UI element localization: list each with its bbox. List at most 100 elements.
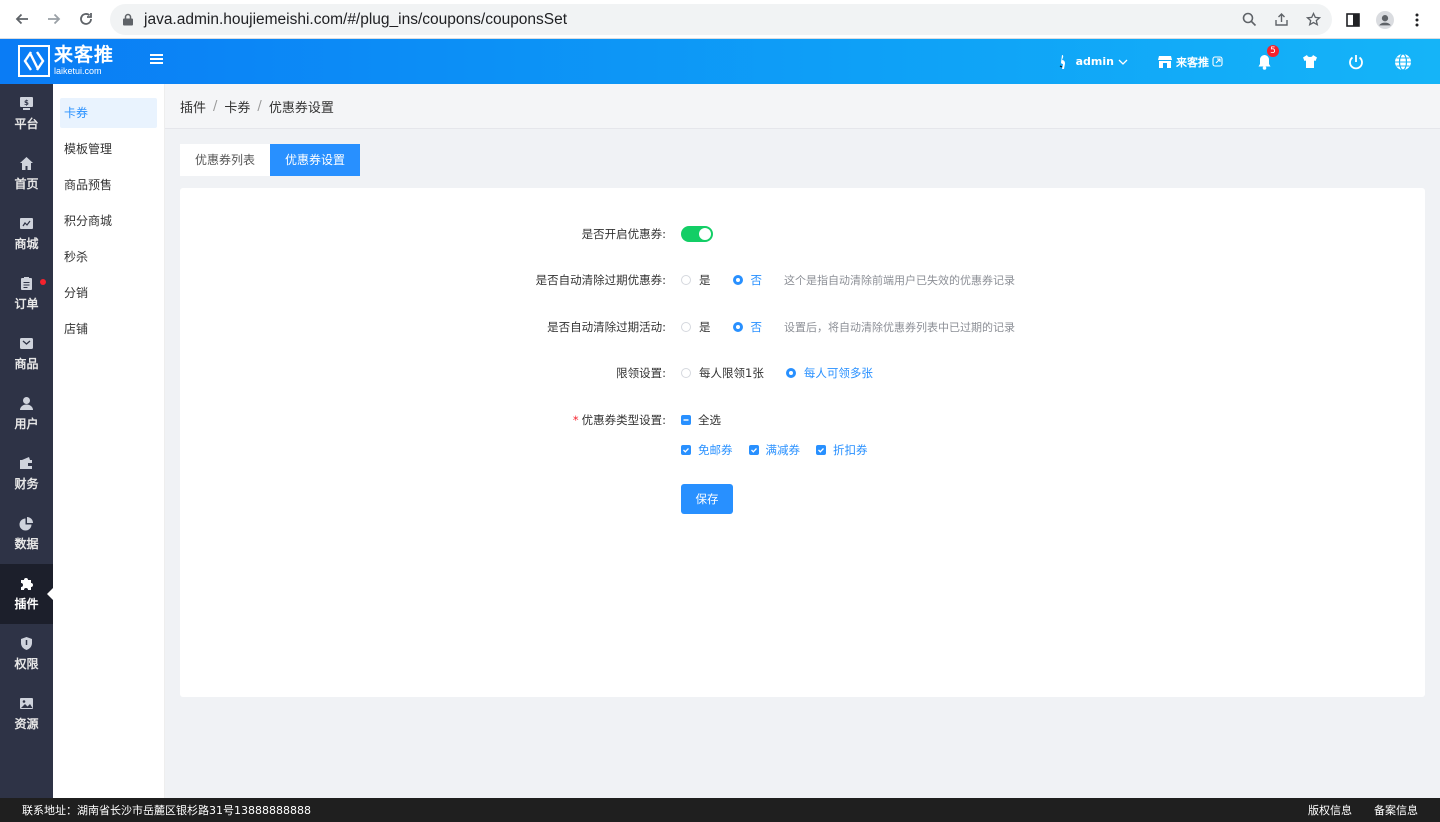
profile-avatar-icon[interactable] (1376, 10, 1394, 29)
breadcrumb-item[interactable]: 插件 (180, 97, 206, 116)
image-icon (20, 698, 33, 709)
notification-button[interactable]: 5 (1257, 44, 1279, 70)
auto-clear-activity-label: 是否自动清除过期活动: (547, 320, 666, 334)
browser-toolbar: java.admin.houjiemeishi.com/#/plug_ins/c… (0, 0, 1440, 39)
tab-coupon-settings[interactable]: 优惠券设置 (270, 144, 361, 176)
platform-icon: $ (20, 97, 33, 110)
sidebar-item-label: 平台 (14, 117, 39, 131)
free-shipping-checkbox[interactable]: 免邮券 (681, 442, 733, 458)
theme-button[interactable] (1302, 54, 1318, 69)
store-icon (1158, 56, 1172, 68)
app-header: 来客推 laiketui.com admin 来客推 5 (0, 39, 1440, 84)
wallet-icon (20, 457, 33, 469)
power-icon (1349, 54, 1363, 69)
user-icon (20, 397, 33, 410)
url-text: java.admin.houjiemeishi.com/#/plug_ins/c… (144, 10, 568, 28)
sidebar-item-label: 插件 (14, 597, 39, 611)
subnav-item-flash-sale[interactable]: 秒杀 (60, 242, 157, 272)
required-asterisk: * (572, 413, 579, 427)
sidebar-item-label: 数据 (14, 537, 39, 551)
auto-clear-activity-yes-radio[interactable]: 是 (681, 319, 711, 335)
breadcrumb-current: 优惠券设置 (268, 100, 334, 116)
username: admin (1075, 55, 1114, 68)
puzzle-icon (21, 578, 33, 590)
full-reduction-checkbox[interactable]: 满减券 (748, 442, 800, 458)
user-avatar-icon (1059, 54, 1065, 69)
sidebar-item-label: 财务 (14, 477, 39, 491)
sidebar-item-label: 用户 (14, 417, 39, 431)
sidebar-item-plugins[interactable]: 插件 (0, 564, 53, 624)
sidebar-item-platform[interactable]: $ 平台 (0, 84, 53, 144)
sidebar-item-label: 权限 (14, 657, 39, 671)
order-icon (21, 277, 32, 290)
shield-icon (21, 637, 32, 650)
svg-text:$: $ (24, 99, 29, 107)
auto-clear-coupon-no-radio[interactable]: 否 (732, 272, 762, 288)
logout-button[interactable] (1348, 54, 1364, 70)
auto-clear-activity-no-radio[interactable]: 否 (732, 319, 762, 335)
language-button[interactable] (1394, 52, 1412, 71)
store-name: 来客推 (1176, 55, 1209, 69)
tab-bar: 优惠券列表 优惠券设置 (180, 144, 361, 176)
subnav-item-distribution[interactable]: 分销 (60, 278, 157, 308)
subnav-item-presale[interactable]: 商品预售 (60, 170, 157, 200)
auto-clear-coupon-label: 是否自动清除过期优惠券: (535, 273, 666, 287)
sidebar-item-order[interactable]: 订单 (0, 264, 53, 324)
sidebar-item-label: 商品 (14, 357, 39, 371)
sidebar-item-finance[interactable]: 财务 (0, 444, 53, 504)
zoom-icon[interactable] (1240, 11, 1258, 29)
logo-title: 来客推 (54, 44, 115, 66)
forward-arrow-icon[interactable] (41, 6, 67, 32)
breadcrumb-item[interactable]: 卡券 (224, 97, 250, 116)
copyright-link[interactable]: 版权信息 (1308, 802, 1352, 818)
user-menu[interactable]: admin (1058, 54, 1128, 70)
auto-clear-coupon-yes-radio[interactable]: 是 (681, 272, 711, 288)
address-bar[interactable]: java.admin.houjiemeishi.com/#/plug_ins/c… (110, 4, 1332, 35)
lock-icon (123, 13, 133, 26)
subnav-item-store[interactable]: 店铺 (60, 314, 157, 344)
sidebar-item-mall[interactable]: 商城 (0, 204, 53, 264)
tab-coupon-list[interactable]: 优惠券列表 (180, 144, 271, 176)
logo[interactable]: 来客推 laiketui.com (18, 45, 114, 77)
chevron-down-icon (1118, 59, 1128, 65)
store-link[interactable]: 来客推 (1158, 54, 1223, 70)
breadcrumb-separator: / (213, 98, 218, 114)
settings-form: 是否开启优惠券: 是否自动清除过期优惠券: 是 否 这个是指自动清除前端用户已失… (180, 188, 1425, 697)
limit-many-radio[interactable]: 每人可领多张 (785, 365, 873, 381)
footer: 联系地址：湖南省长沙市岳麓区银杉路31号13888888888 版权信息 备案信… (0, 798, 1440, 822)
select-all-checkbox[interactable]: 全选 (681, 412, 721, 428)
breadcrumb-separator: / (257, 98, 262, 114)
sidebar-item-label: 首页 (14, 177, 39, 191)
enable-coupon-switch[interactable] (681, 226, 713, 242)
auto-clear-activity-hint: 设置后，将自动清除优惠券列表中已过期的记录 (784, 321, 1015, 334)
side-panel-icon[interactable] (1344, 11, 1362, 29)
footer-address: 联系地址：湖南省长沙市岳麓区银杉路31号13888888888 (22, 804, 311, 817)
record-link[interactable]: 备案信息 (1374, 802, 1418, 818)
sidebar-item-goods[interactable]: 商品 (0, 324, 53, 384)
limit-one-radio[interactable]: 每人限领1张 (681, 365, 764, 381)
shirt-icon (1303, 55, 1317, 68)
star-icon[interactable] (1304, 11, 1322, 29)
sidebar-item-resource[interactable]: 资源 (0, 684, 53, 744)
subnav-item-coupon[interactable]: 卡券 (60, 98, 157, 128)
back-arrow-icon[interactable] (9, 6, 35, 32)
save-button[interactable]: 保存 (681, 484, 733, 514)
subnav-item-template[interactable]: 模板管理 (60, 134, 157, 164)
mall-icon (20, 218, 33, 229)
share-icon[interactable] (1272, 11, 1290, 29)
menu-toggle-icon[interactable] (150, 53, 163, 65)
reload-icon[interactable] (73, 6, 99, 32)
notification-badge: 5 (1267, 44, 1279, 57)
sidebar-item-label: 资源 (14, 717, 39, 731)
discount-checkbox[interactable]: 折扣券 (816, 442, 868, 458)
sidebar-item-permission[interactable]: 权限 (0, 624, 53, 684)
subnav-item-points-mall[interactable]: 积分商城 (60, 206, 157, 236)
sidebar-item-user[interactable]: 用户 (0, 384, 53, 444)
sidebar-item-data[interactable]: 数据 (0, 504, 53, 564)
sidebar-item-home[interactable]: 首页 (0, 144, 53, 204)
menu-dots-icon[interactable] (1408, 11, 1426, 29)
breadcrumb: 插件 / 卡券 / 优惠券设置 (165, 84, 1440, 129)
home-icon (20, 157, 33, 170)
globe-icon (1395, 52, 1411, 71)
enable-coupon-label: 是否开启优惠券: (581, 227, 666, 241)
